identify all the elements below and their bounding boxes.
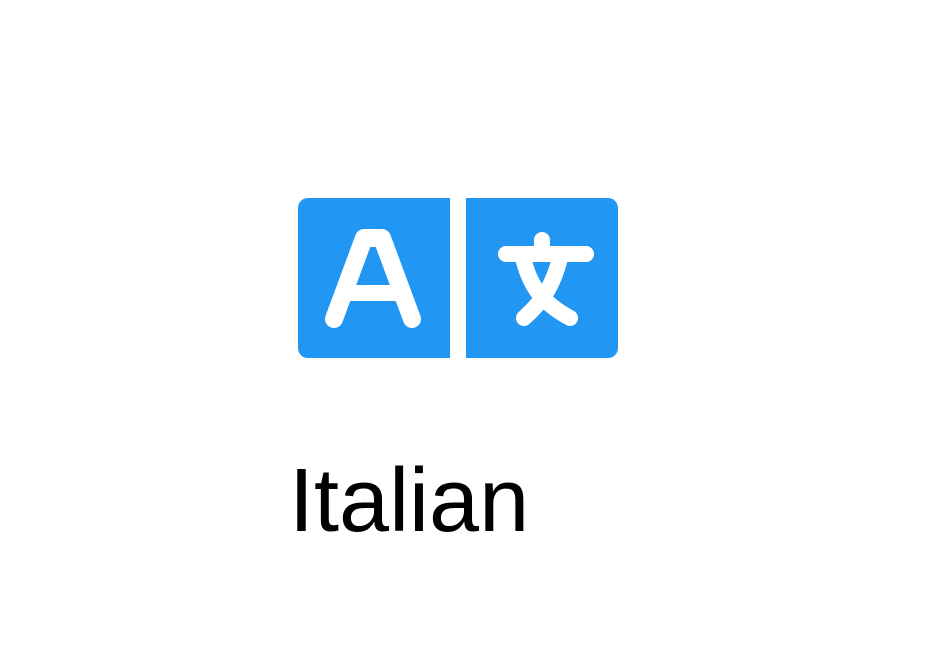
translate-icon-right-panel — [466, 198, 618, 358]
language-label: Italian — [289, 451, 530, 551]
translate-icon — [298, 198, 618, 358]
translate-icon-left-panel — [298, 198, 450, 358]
language-tile[interactable]: Italian — [0, 0, 930, 660]
